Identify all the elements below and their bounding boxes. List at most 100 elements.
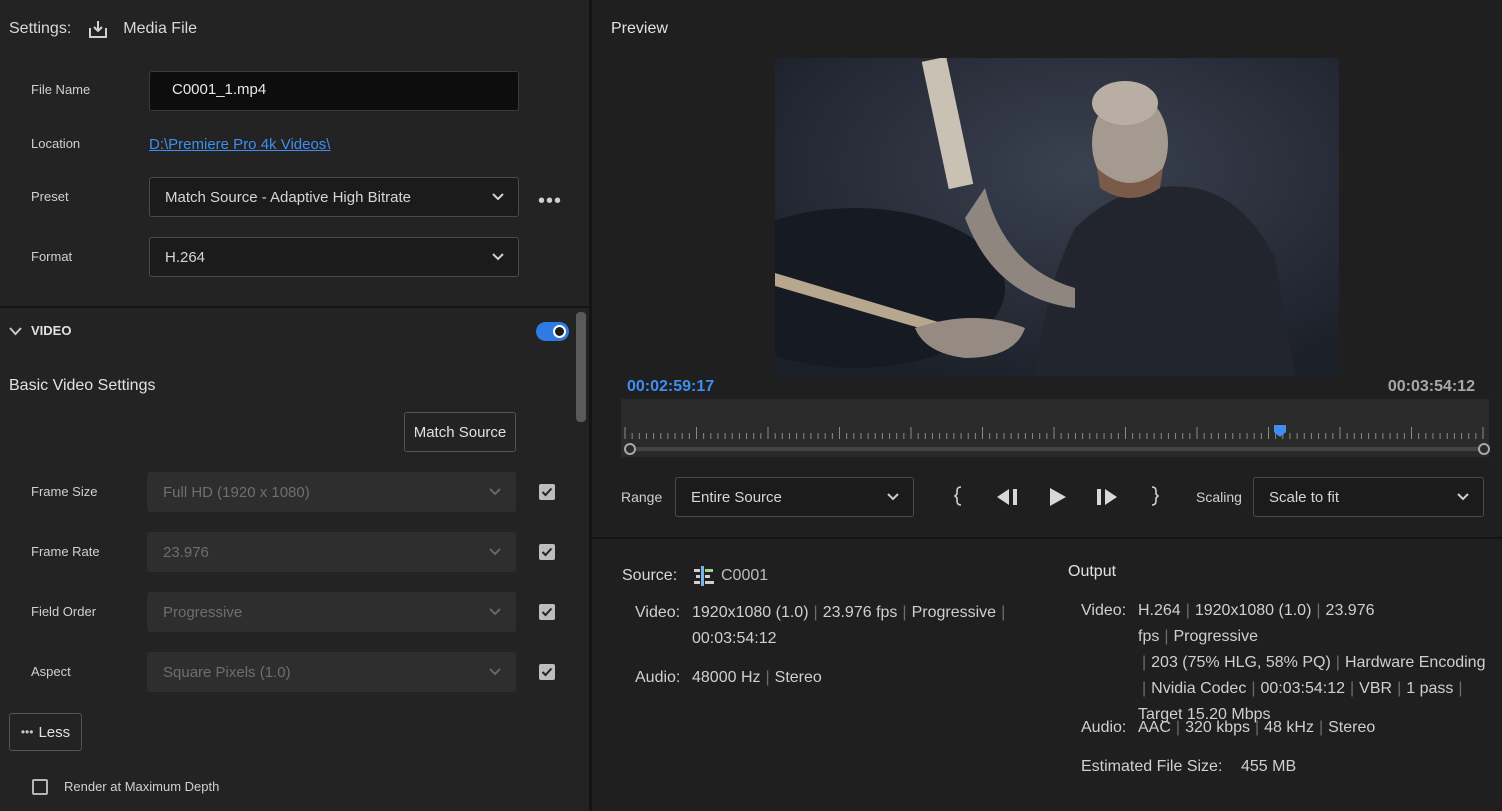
destination-label: Media File (123, 20, 198, 37)
current-timecode: 00:02:59:17 (627, 378, 715, 395)
output-codec: H.264 (1138, 602, 1181, 619)
format-label: Format (31, 249, 73, 264)
video-toggle[interactable] (536, 322, 569, 341)
scaling-value: Scale to fit (1269, 488, 1340, 506)
match-source-button[interactable]: Match Source (404, 412, 516, 452)
scrollbar[interactable] (576, 312, 586, 422)
basic-video-settings-title: Basic Video Settings (9, 377, 156, 394)
source-frame-rate: 23.976 fps (822, 604, 898, 621)
range-label: Range (621, 489, 663, 505)
output-audio-bitrate: 320 kbps (1185, 719, 1250, 736)
source-sample-rate: 48000 Hz (692, 669, 761, 686)
more-icon[interactable]: ••• (538, 190, 562, 213)
location-link[interactable]: D:\Premiere Pro 4k Videos\ (149, 136, 330, 153)
source-frame-size: 1920x1080 (1.0) (692, 604, 809, 621)
frame-size-label: Frame Size (31, 484, 98, 499)
file-name-input[interactable]: C0001_1.mp4 (149, 71, 519, 111)
step-back-icon[interactable] (995, 487, 1019, 507)
chevron-down-icon (489, 668, 501, 676)
render-max-depth-checkbox[interactable] (32, 779, 48, 795)
source-label: Source: (622, 567, 678, 584)
out-point-handle[interactable] (1478, 443, 1490, 455)
format-select[interactable]: H.264 (149, 237, 519, 277)
duration-timecode: 00:03:54:12 (1387, 378, 1475, 395)
less-label: Less (38, 723, 71, 741)
source-audio-values: 48000 Hz | Stereo (692, 669, 822, 686)
output-title: Output (1068, 563, 1117, 580)
summary-divider (592, 537, 1502, 539)
sequence-icon (694, 566, 714, 586)
source-name: C0001 (721, 567, 769, 584)
output-bitrate-mode: VBR (1359, 680, 1393, 697)
field-order-match-checkbox[interactable] (539, 604, 555, 620)
scaling-label: Scaling (1196, 489, 1242, 505)
chevron-down-icon (1457, 493, 1469, 501)
aspect-value: Square Pixels (1.0) (163, 663, 291, 681)
output-channels: Stereo (1328, 719, 1376, 736)
source-channels: Stereo (774, 669, 822, 686)
aspect-label: Aspect (31, 664, 71, 679)
scaling-select[interactable]: Scale to fit (1253, 477, 1484, 517)
field-order-label: Field Order (31, 604, 97, 619)
video-section-header[interactable]: VIDEO (9, 323, 71, 338)
range-value: Entire Source (691, 488, 782, 506)
video-preview (775, 58, 1339, 376)
format-value: H.264 (165, 248, 206, 266)
output-duration: 00:03:54:12 (1260, 680, 1345, 697)
frame-rate-select[interactable]: 23.976 (147, 532, 516, 572)
collapse-chevron-icon[interactable] (9, 326, 22, 336)
source-audio-label: Audio: (635, 669, 681, 686)
frame-rate-match-checkbox[interactable] (539, 544, 555, 560)
toggle-knob (553, 325, 566, 338)
more-icon: ••• (20, 725, 34, 739)
output-video-values: H.264 | 1920x1080 (1.0) | 23.976 fps | Progres… (1138, 602, 1486, 723)
range-select[interactable]: Entire Source (675, 477, 914, 517)
settings-header: Settings: Media File (9, 18, 197, 40)
chevron-down-icon (489, 548, 501, 556)
preview-panel: Preview 00:02:59:17 00:03:54:12 Range En… (592, 0, 1502, 811)
frame-size-match-checkbox[interactable] (539, 484, 555, 500)
mark-in-icon[interactable] (954, 486, 964, 506)
less-button[interactable]: ••• Less (9, 713, 82, 751)
playhead-icon[interactable] (1273, 424, 1287, 438)
output-sample-rate: 48 kHz (1264, 719, 1314, 736)
file-name-label: File Name (31, 82, 91, 97)
field-order-select[interactable]: Progressive (147, 592, 516, 632)
chevron-down-icon (489, 488, 501, 496)
frame-size-select[interactable]: Full HD (1920 x 1080) (147, 472, 516, 512)
source-video-values: 1920x1080 (1.0) | 23.976 fps | Progressive | … (692, 604, 1006, 647)
field-order-value: Progressive (163, 603, 243, 621)
step-forward-icon[interactable] (1095, 487, 1119, 507)
timeline[interactable] (621, 399, 1490, 457)
section-divider (0, 306, 589, 308)
output-encoding: Hardware Encoding (1344, 654, 1486, 671)
output-codec-vendor: Nvidia Codec (1151, 680, 1247, 697)
output-pass: 1 pass (1406, 680, 1454, 697)
source-field-order: Progressive (911, 604, 997, 621)
in-point-handle[interactable] (624, 443, 636, 455)
chevron-down-icon (492, 193, 504, 201)
preset-label: Preset (31, 189, 69, 204)
chevron-down-icon (492, 253, 504, 261)
settings-label: Settings: (9, 20, 72, 37)
play-icon[interactable] (1048, 487, 1068, 507)
frame-rate-value: 23.976 (163, 543, 209, 561)
file-size-label: Estimated File Size: (1081, 758, 1223, 775)
output-audio-values: AAC | 320 kbps | 48 kHz | Stereo (1138, 719, 1376, 736)
output-audio-label: Audio: (1081, 719, 1127, 736)
preset-select[interactable]: Match Source - Adaptive High Bitrate (149, 177, 519, 217)
preview-title: Preview (611, 20, 668, 37)
video-header-label: VIDEO (31, 323, 72, 338)
settings-panel: Settings: Media File File Name C0001_1.m… (0, 0, 589, 811)
export-icon[interactable] (87, 18, 109, 40)
video-frame-image (775, 58, 1339, 376)
source-duration: 00:03:54:12 (692, 630, 777, 647)
frame-size-value: Full HD (1920 x 1080) (163, 483, 310, 501)
mark-out-icon[interactable] (1149, 486, 1159, 506)
aspect-select[interactable]: Square Pixels (1.0) (147, 652, 516, 692)
aspect-match-checkbox[interactable] (539, 664, 555, 680)
chevron-down-icon (489, 608, 501, 616)
timeline-track[interactable] (629, 447, 1485, 451)
output-video-label: Video: (1081, 602, 1127, 619)
output-profile: 203 (75% HLG, 58% PQ) (1151, 654, 1331, 671)
